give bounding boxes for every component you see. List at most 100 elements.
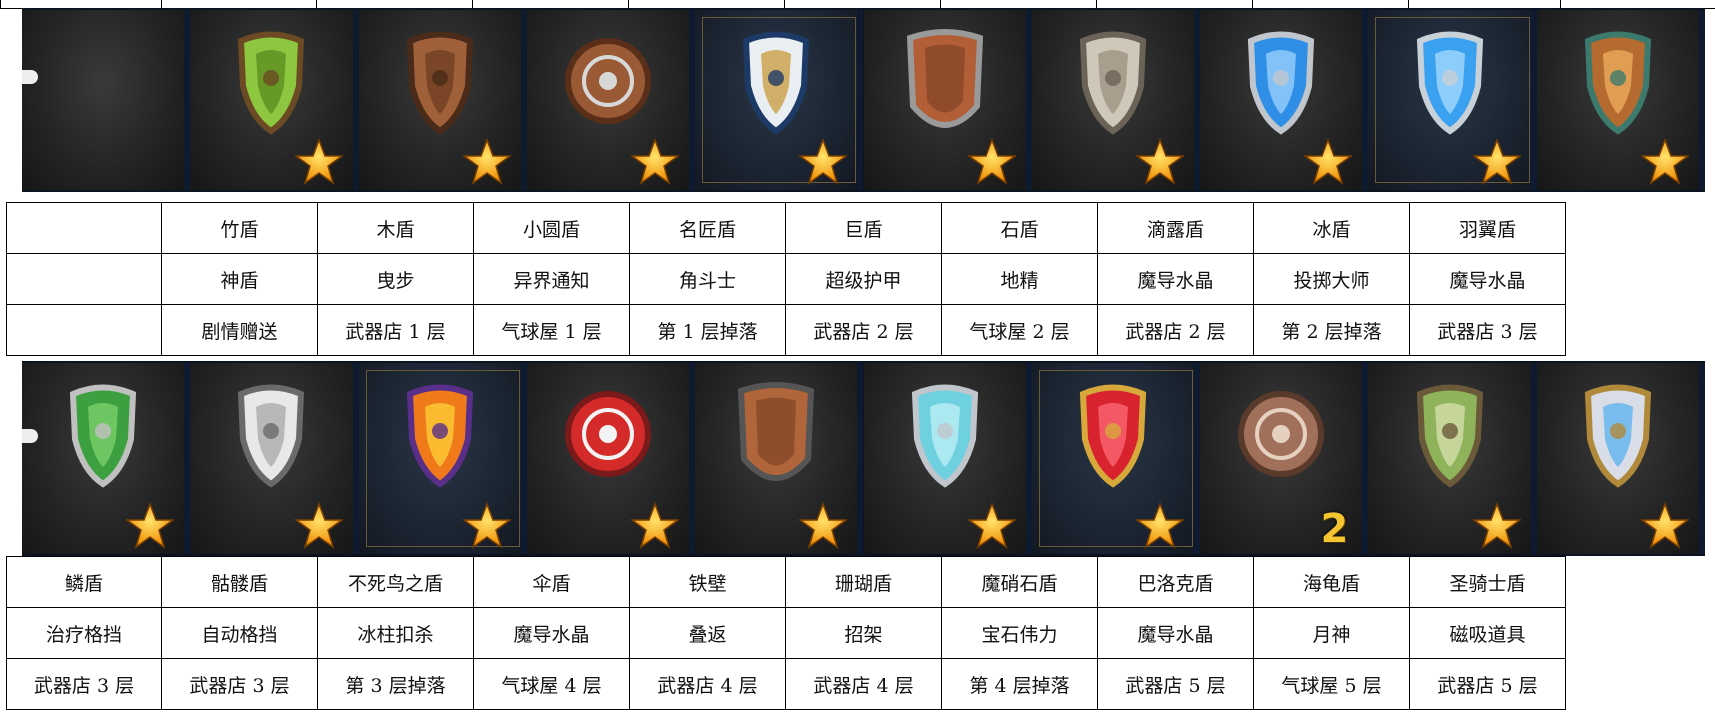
source-cell: 气球屋 5 层 — [1253, 658, 1410, 710]
skill-name-cell: 招架 — [785, 607, 942, 659]
bamboo-shield-icon — [221, 26, 321, 150]
star-icon — [966, 501, 1018, 550]
ruby-shield-icon — [1063, 379, 1163, 503]
skill-name-cell: 治疗格挡 — [6, 607, 162, 659]
shield-slot-giant[interactable] — [863, 10, 1032, 190]
star-icon — [629, 501, 681, 550]
source-cell: 气球屋 4 层 — [473, 658, 630, 710]
skill-name-cell: 曳步 — [317, 253, 474, 305]
shield-slot-paladin[interactable] — [1536, 363, 1705, 554]
skill-name-cell: 神盾 — [161, 253, 318, 305]
shield-name-cell: 巴洛克盾 — [1097, 556, 1254, 608]
shield-slot-round[interactable] — [526, 10, 696, 190]
shield-name-cell: 骷髅盾 — [161, 556, 318, 608]
star-icon — [124, 501, 176, 550]
shield-slot-master[interactable] — [695, 10, 864, 190]
skill-name-cell: 地精 — [941, 253, 1098, 305]
wood-shield-icon — [390, 26, 490, 150]
baroque-shield-icon — [1231, 379, 1331, 503]
level-number-badge: 2 — [1320, 506, 1349, 552]
star-icon — [1134, 137, 1186, 186]
skill-name-cell: 异界通知 — [473, 253, 630, 305]
shield-slot-iron[interactable] — [695, 363, 864, 554]
source-cell: 武器店 5 层 — [1409, 658, 1566, 710]
name-row: 竹盾 木盾 小圆盾 名匠盾 巨盾 石盾 滴露盾 冰盾 羽翼盾 — [6, 202, 1566, 254]
pointing-hand-icon — [22, 70, 38, 84]
shield-name-cell: 铁壁 — [629, 556, 786, 608]
shield-slot-ice[interactable] — [1368, 10, 1537, 190]
turtle-shield-icon — [1400, 379, 1500, 503]
star-icon — [798, 137, 849, 186]
source-cell: 气球屋 1 层 — [473, 304, 630, 356]
source-cell: 第 4 层掉落 — [941, 658, 1098, 710]
dew-shield-icon — [1231, 26, 1331, 150]
shield-name-cell: 不死鸟之盾 — [317, 556, 474, 608]
skull-shield-icon — [221, 379, 321, 503]
shield-name-cell: 鳞盾 — [6, 556, 162, 608]
source-cell: 武器店 2 层 — [785, 304, 942, 356]
shield-name-cell: 冰盾 — [1253, 202, 1410, 254]
shield-name-cell: 魔硝石盾 — [941, 556, 1098, 608]
shield-slot-skull[interactable] — [190, 363, 359, 554]
skill-name-cell — [6, 253, 162, 305]
shield-slot-wood[interactable] — [358, 10, 527, 190]
source-cell: 武器店 5 层 — [1097, 658, 1254, 710]
shield-name-cell: 圣骑士盾 — [1409, 556, 1566, 608]
paladin-shield-icon — [1568, 379, 1668, 503]
star-icon — [461, 137, 513, 186]
shield-slot-turtle[interactable] — [1368, 363, 1537, 554]
shield-name-cell: 伞盾 — [473, 556, 630, 608]
shield-slot-ruby[interactable] — [1031, 363, 1201, 554]
shield-name-cell: 木盾 — [317, 202, 474, 254]
star-icon — [293, 501, 344, 550]
skill-name-cell: 自动格挡 — [161, 607, 318, 659]
shield-slot-coral[interactable] — [863, 363, 1032, 554]
ice-shield-icon — [1400, 26, 1500, 150]
shield-name-cell: 珊瑚盾 — [785, 556, 942, 608]
star-icon — [1639, 501, 1691, 550]
skill-name-cell: 角斗士 — [629, 253, 786, 305]
shield-slot-baroque[interactable]: 2 — [1200, 363, 1369, 554]
shield-slot-feather[interactable] — [1536, 10, 1705, 190]
shield-slot-dew[interactable] — [1200, 10, 1369, 190]
round-shield-icon — [558, 26, 658, 150]
star-icon — [798, 501, 849, 550]
umbrella-shield-icon — [558, 379, 658, 503]
shield-name-cell: 石盾 — [941, 202, 1098, 254]
source-cell: 武器店 4 层 — [785, 658, 942, 710]
source-cell: 第 1 层掉落 — [629, 304, 786, 356]
source-cell: 武器店 2 层 — [1097, 304, 1254, 356]
star-icon — [1134, 501, 1186, 550]
source-cell: 武器店 1 层 — [317, 304, 474, 356]
source-row: 武器店 3 层武器店 3 层第 3 层掉落 气球屋 4 层武器店 4 层武器店 4… — [6, 658, 1566, 710]
shield-slot-stone[interactable] — [1031, 10, 1201, 190]
skill-name-cell: 魔导水晶 — [1409, 253, 1566, 305]
shield-info-table-1: 竹盾 木盾 小圆盾 名匠盾 巨盾 石盾 滴露盾 冰盾 羽翼盾 神盾 曳步 异界通知 角斗士 超级护甲 地精… — [6, 202, 1566, 356]
source-cell: 第 3 层掉落 — [317, 658, 474, 710]
iron-shield-icon — [726, 379, 826, 503]
name-row: 鳞盾 骷髅盾 不死鸟之盾 伞盾 铁壁 珊瑚盾 魔硝石盾 巴洛克盾 海龟盾 圣骑士盾 — [6, 556, 1566, 608]
shield-slot-phoenix[interactable] — [358, 363, 527, 554]
shield-name-cell — [6, 202, 162, 254]
shield-slot-bamboo[interactable] — [190, 10, 359, 190]
source-cell: 武器店 4 层 — [629, 658, 786, 710]
source-cell: 第 2 层掉落 — [1253, 304, 1410, 356]
feather-shield-icon — [1568, 26, 1668, 150]
star-icon — [1471, 501, 1523, 550]
star-icon — [966, 137, 1018, 186]
source-cell: 剧情赠送 — [161, 304, 318, 356]
star-icon — [1303, 137, 1354, 186]
source-cell: 武器店 3 层 — [6, 658, 162, 710]
empty-slot[interactable] — [22, 10, 191, 190]
source-cell: 武器店 3 层 — [1409, 304, 1566, 356]
skill-row: 治疗格挡 自动格挡 冰柱扣杀 魔导水晶 叠返 招架 宝石伟力 魔导水晶 月神 磁吸道具 — [6, 607, 1566, 659]
master-shield-icon — [726, 26, 826, 150]
shield-slot-scale[interactable] — [22, 363, 191, 554]
pointing-hand-icon — [22, 429, 38, 443]
shield-image-strip-2: 2 — [22, 361, 1705, 556]
stone-shield-icon — [1063, 26, 1163, 150]
source-row: 剧情赠送 武器店 1 层气球屋 1 层第 1 层掉落 武器店 2 层气球屋 2 层武… — [6, 304, 1566, 356]
shield-slot-umbrella[interactable] — [526, 363, 696, 554]
shield-name-cell: 巨盾 — [785, 202, 942, 254]
star-icon — [1471, 137, 1523, 186]
